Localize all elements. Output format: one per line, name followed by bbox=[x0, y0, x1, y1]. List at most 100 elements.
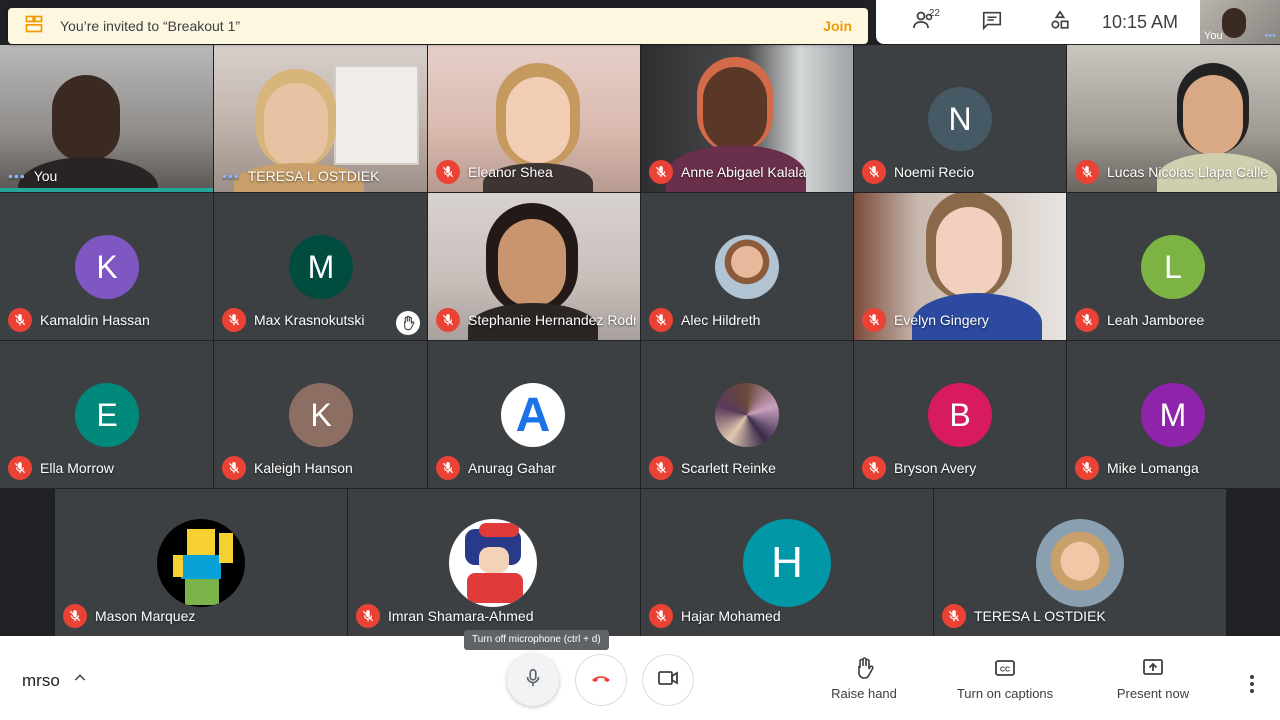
present-screen-icon bbox=[1143, 659, 1163, 675]
mic-off-icon bbox=[436, 456, 460, 480]
avatar: A bbox=[501, 383, 565, 447]
avatar-initial: L bbox=[1164, 248, 1182, 285]
avatar-initial: A bbox=[515, 388, 551, 442]
microphone-button[interactable] bbox=[507, 654, 559, 706]
participant-name: Hajar Mohamed bbox=[681, 608, 781, 624]
avatar: L bbox=[1141, 235, 1205, 299]
participant-name: Alec Hildreth bbox=[681, 312, 761, 328]
mic-off-icon bbox=[649, 160, 673, 184]
meeting-code: mrso bbox=[22, 670, 60, 690]
participant-name: Imran Shamara-Ahmed bbox=[388, 608, 534, 624]
avatar-figure-body bbox=[467, 573, 523, 603]
participant-tile[interactable]: Mason Marquez bbox=[55, 489, 347, 636]
raise-hand-icon bbox=[858, 657, 874, 679]
participant-tile[interactable]: Anne Abigael Kalala bbox=[641, 45, 853, 192]
raise-hand-button[interactable]: Raise hand bbox=[826, 656, 902, 701]
participant-tile[interactable]: N Noemi Recio bbox=[854, 45, 1066, 192]
participant-name: Kamaldin Hassan bbox=[40, 312, 150, 328]
participant-tile[interactable]: Stephanie Hernandez Rodr... bbox=[428, 193, 640, 340]
participant-tile[interactable]: K Kamaldin Hassan bbox=[0, 193, 213, 340]
avatar-initial: N bbox=[948, 100, 972, 137]
join-button[interactable]: Join bbox=[823, 18, 852, 34]
camera-button[interactable] bbox=[642, 654, 694, 706]
mic-off-icon bbox=[63, 604, 87, 628]
participant-name: Bryson Avery bbox=[894, 460, 977, 476]
participant-tile[interactable]: Evelyn Gingery bbox=[854, 193, 1066, 340]
activities-button[interactable] bbox=[1026, 0, 1094, 44]
name-label: Alec Hildreth bbox=[649, 308, 760, 332]
participant-tile[interactable]: H Hajar Mohamed bbox=[641, 489, 933, 636]
captions-button[interactable]: CC Turn on captions bbox=[950, 656, 1060, 701]
name-label: Ella Morrow bbox=[8, 456, 114, 480]
participant-name: TERESA L OSTDIEK bbox=[247, 168, 380, 184]
chat-button[interactable] bbox=[958, 0, 1026, 44]
avatar: H bbox=[743, 519, 831, 607]
participant-head bbox=[1183, 75, 1243, 155]
participant-name: Mike Lomanga bbox=[1107, 460, 1199, 476]
name-label: Mason Marquez bbox=[63, 604, 195, 628]
name-label: Mike Lomanga bbox=[1075, 456, 1199, 480]
breakout-rooms-icon bbox=[24, 14, 44, 39]
mic-off-icon bbox=[222, 308, 246, 332]
participant-tile[interactable]: K Kaleigh Hanson bbox=[214, 341, 427, 488]
participant-tile[interactable]: Lucas Nicolas Llapa Calle bbox=[1067, 45, 1280, 192]
avatar-figure-body bbox=[181, 555, 221, 579]
participant-tile[interactable]: TERESA L OSTDIEK bbox=[934, 489, 1226, 636]
participant-name: Eleanor Shea bbox=[468, 164, 553, 180]
name-label: Bryson Avery bbox=[862, 456, 976, 480]
avatar bbox=[1036, 519, 1124, 607]
self-view-thumbnail[interactable]: You ••• bbox=[1200, 0, 1280, 44]
mic-off-icon bbox=[862, 456, 886, 480]
avatar: M bbox=[289, 235, 353, 299]
mic-off-icon bbox=[356, 604, 380, 628]
present-now-button[interactable]: Present now bbox=[1110, 656, 1196, 701]
mic-off-icon bbox=[8, 308, 32, 332]
more-options-button[interactable] bbox=[1240, 672, 1264, 701]
participant-tile[interactable]: Alec Hildreth bbox=[641, 193, 853, 340]
mic-off-icon bbox=[1075, 160, 1099, 184]
svg-text:CC: CC bbox=[1000, 667, 1010, 674]
participant-tile[interactable]: E Ella Morrow bbox=[0, 341, 213, 488]
video-camera-icon bbox=[656, 666, 680, 695]
participant-head bbox=[498, 219, 566, 307]
participant-tile[interactable]: A Anurag Gahar bbox=[428, 341, 640, 488]
audio-dots-icon: ••• bbox=[8, 168, 26, 184]
avatar-figure-arm bbox=[219, 533, 233, 563]
participant-tile[interactable]: B Bryson Avery bbox=[854, 341, 1066, 488]
chat-icon bbox=[981, 9, 1003, 36]
participant-tile[interactable]: M Max Krasnokutski bbox=[214, 193, 427, 340]
hang-up-button[interactable] bbox=[575, 654, 627, 706]
name-label: Noemi Recio bbox=[862, 160, 974, 184]
participant-head bbox=[52, 75, 120, 161]
participant-name: Scarlett Reinke bbox=[681, 460, 776, 476]
avatar-initial: M bbox=[1159, 396, 1187, 433]
name-label: Max Krasnokutski bbox=[222, 308, 364, 332]
avatar bbox=[715, 235, 779, 299]
participant-head bbox=[264, 83, 328, 167]
bottom-toolbar: mrso Raise hand CC Turn on captions Pres… bbox=[0, 636, 1280, 720]
participant-tile[interactable]: L Leah Jamboree bbox=[1067, 193, 1280, 340]
participant-name: Ella Morrow bbox=[40, 460, 114, 476]
banner-text: You’re invited to “Breakout 1” bbox=[60, 18, 241, 34]
name-label: Eleanor Shea bbox=[436, 160, 553, 184]
participant-tile[interactable]: M Mike Lomanga bbox=[1067, 341, 1280, 488]
participant-tile[interactable]: ••• TERESA L OSTDIEK bbox=[214, 45, 427, 192]
participant-tile[interactable]: Imran Shamara-Ahmed bbox=[348, 489, 640, 636]
present-now-label: Present now bbox=[1116, 686, 1190, 701]
participant-name: Anne Abigael Kalala bbox=[681, 164, 807, 180]
name-label: Scarlett Reinke bbox=[649, 456, 776, 480]
mic-off-icon bbox=[942, 604, 966, 628]
people-button[interactable]: 22 bbox=[890, 0, 958, 44]
participant-tile[interactable]: Eleanor Shea bbox=[428, 45, 640, 192]
avatar: E bbox=[75, 383, 139, 447]
mic-off-icon bbox=[222, 456, 246, 480]
participant-name: Kaleigh Hanson bbox=[254, 460, 353, 476]
participant-tile[interactable]: Scarlett Reinke bbox=[641, 341, 853, 488]
meeting-details[interactable]: mrso bbox=[22, 670, 88, 691]
participant-count: 22 bbox=[928, 8, 940, 19]
participant-tile-you[interactable]: ••• You bbox=[0, 45, 213, 192]
name-label: Kamaldin Hassan bbox=[8, 308, 150, 332]
avatar-initial: B bbox=[949, 396, 971, 433]
mic-off-icon bbox=[436, 160, 460, 184]
avatar-initial: M bbox=[307, 248, 335, 285]
